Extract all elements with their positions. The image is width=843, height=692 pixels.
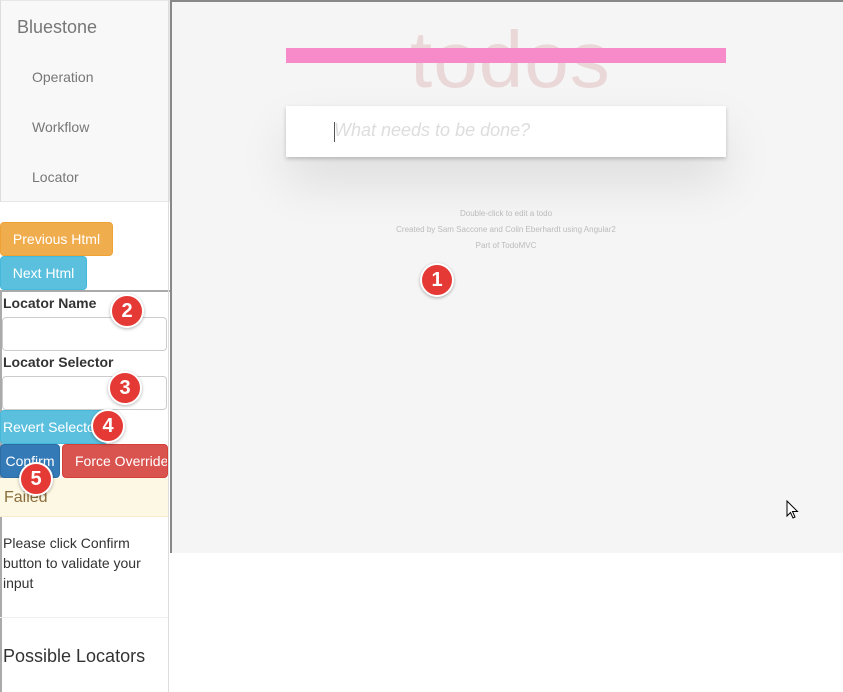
locator-name-input[interactable] — [2, 317, 167, 351]
locator-selector-label: Locator Selector — [3, 354, 114, 370]
nav-item-workflow[interactable]: Workflow — [32, 119, 89, 135]
force-override-button[interactable]: Force Override — [62, 444, 168, 478]
step-marker: 5 — [19, 462, 53, 496]
step-marker: 3 — [108, 371, 142, 405]
hint-text: Please click Confirm button to validate … — [3, 535, 141, 591]
locator-name-label: Locator Name — [3, 295, 97, 311]
mouse-pointer-icon — [786, 500, 799, 519]
divider — [0, 617, 168, 618]
step-marker: 2 — [110, 294, 144, 328]
highlight-bar — [286, 48, 726, 63]
possible-locators-title: Possible Locators — [3, 646, 146, 666]
previous-html-button[interactable]: Previous Html — [0, 222, 113, 256]
brand-title[interactable]: Bluestone — [17, 17, 97, 38]
footer-line: Created by Sam Saccone and Colin Eberhar… — [396, 225, 616, 234]
next-html-button[interactable]: Next Html — [0, 256, 87, 290]
nav-item-operation[interactable]: Operation — [32, 69, 93, 85]
sidebar: Bluestone Operation Workflow Locator Pre… — [0, 0, 170, 692]
locator-selector-input[interactable] — [2, 376, 167, 410]
step-marker: 1 — [420, 263, 454, 297]
sidebar-border — [168, 0, 169, 692]
nav-item-locator[interactable]: Locator — [32, 169, 79, 185]
new-todo-input[interactable]: What needs to be done? — [334, 120, 530, 141]
new-todo-box[interactable]: What needs to be done? — [286, 106, 726, 157]
navigation-panel: Bluestone Operation Workflow Locator — [0, 0, 170, 202]
footer-line: Double-click to edit a todo — [459, 209, 553, 218]
step-marker: 4 — [91, 409, 125, 443]
footer-line: Part of TodoMVC — [475, 241, 537, 250]
